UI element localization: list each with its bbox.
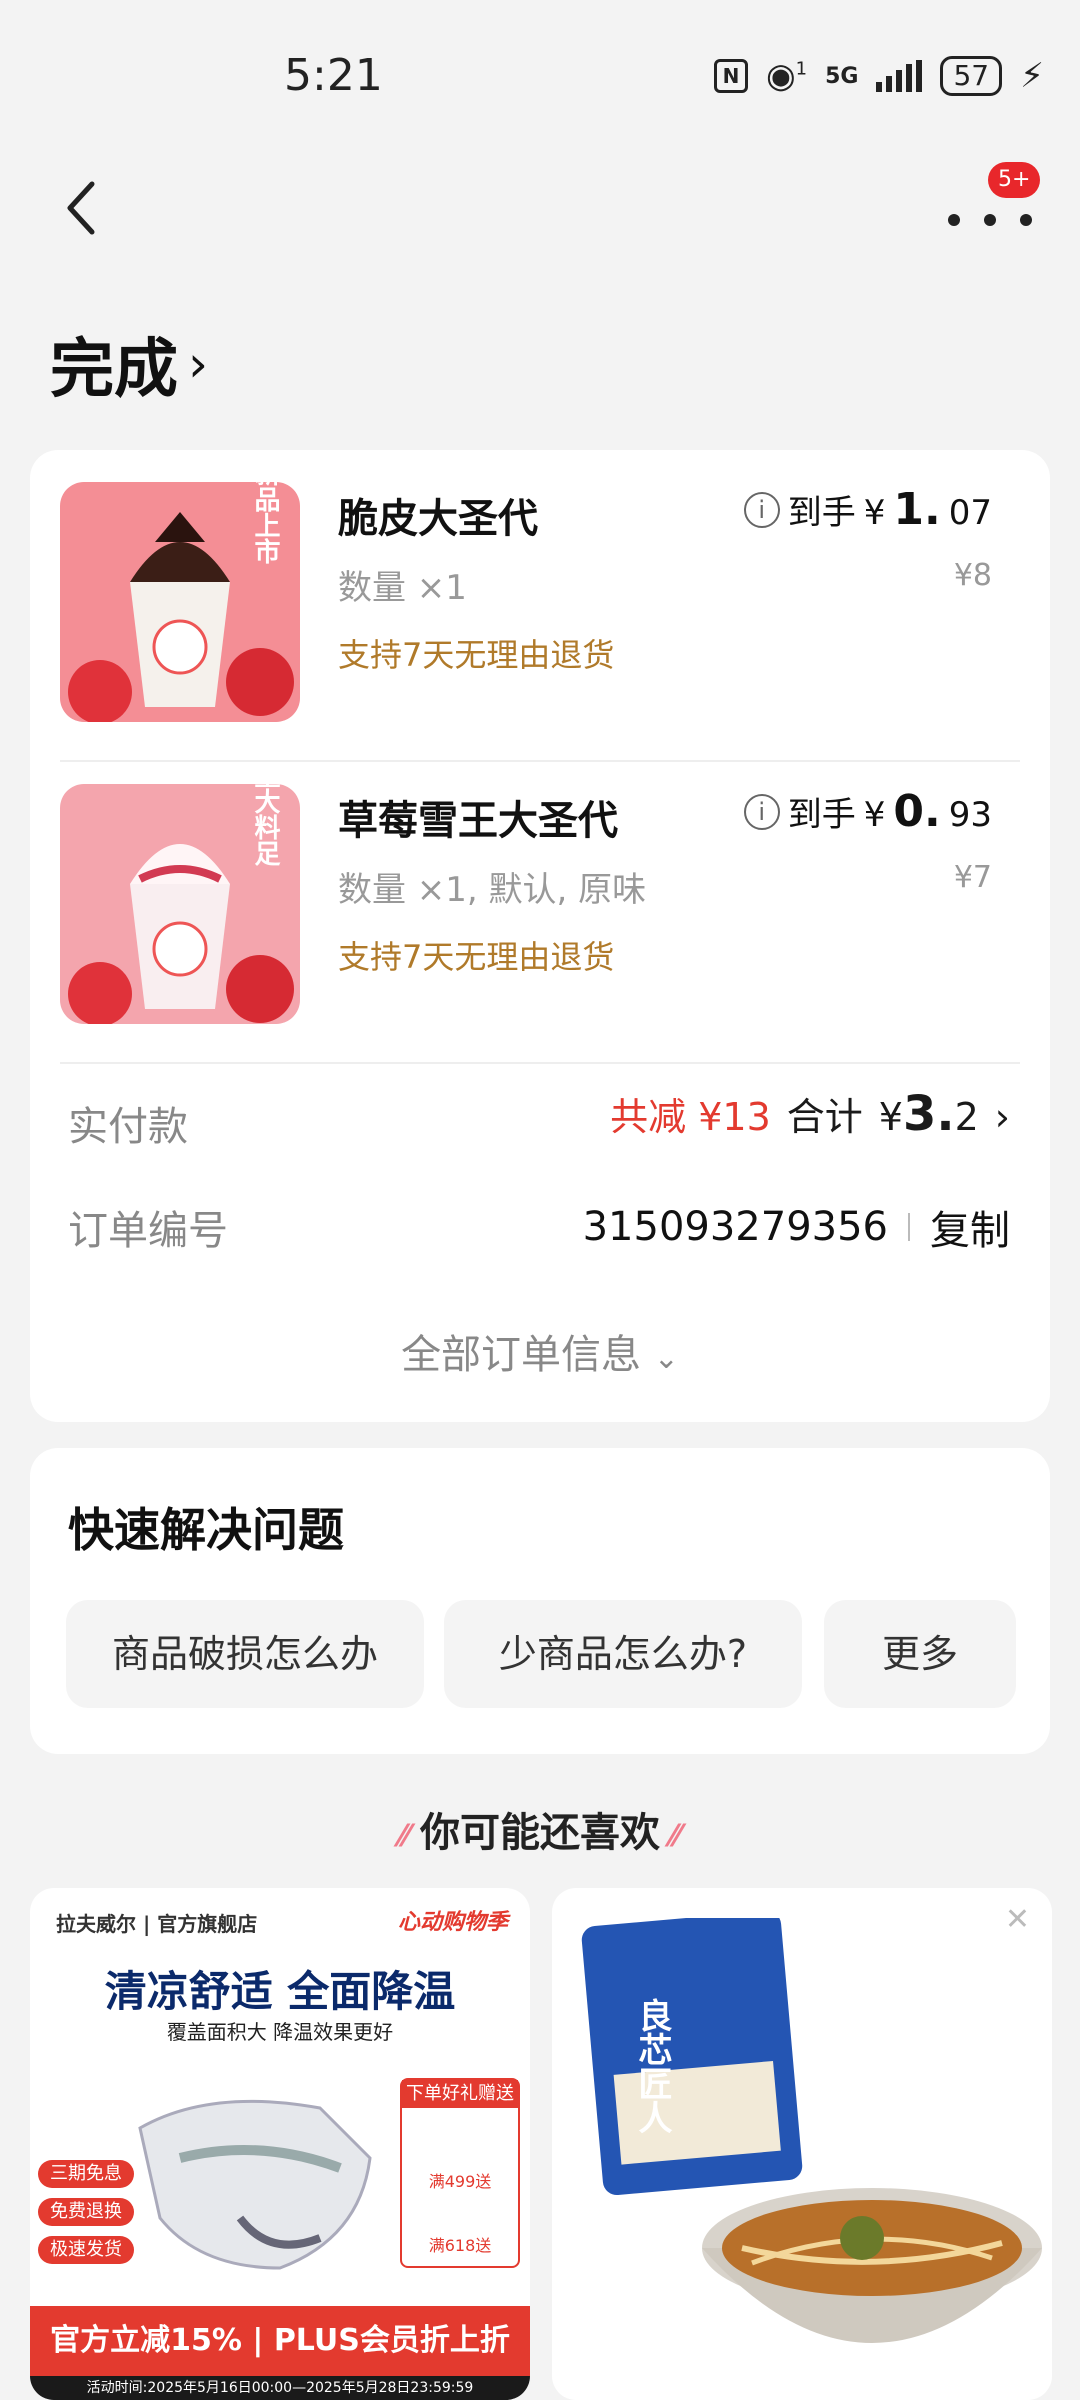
currency: ¥ xyxy=(878,1095,903,1139)
sundae-strawberry-image: 量大料足 xyxy=(60,784,300,1024)
ad-tag: 心动购物季 xyxy=(397,1910,508,1935)
ad-brand: 拉夫威尔 | 官方旗舰店 xyxy=(56,1912,258,1936)
noodle-product-image: 良芯匠人 xyxy=(581,1918,1042,2343)
product-quantity: 数量 ×1 xyxy=(338,568,467,608)
help-chip-damaged[interactable]: 商品破损怎么办 xyxy=(66,1600,424,1708)
final-price-label: 到手 xyxy=(787,493,856,533)
return-policy: 支持7天无理由退货 xyxy=(338,636,615,674)
status-time: 5:21 xyxy=(284,50,383,101)
order-number-row: 315093279356 复制 xyxy=(583,1198,1010,1256)
notification-badge: 5+ xyxy=(988,162,1041,198)
original-price: ¥7 xyxy=(953,860,992,895)
decoration-icon: ⁄⁄ xyxy=(399,1819,420,1854)
image-tag: 量大料足 xyxy=(250,784,280,867)
page-title: 完成 xyxy=(50,333,178,407)
gift-line: 满618送 xyxy=(428,2236,492,2255)
recommend-title: ⁄⁄ 你可能还喜欢 ⁄⁄ xyxy=(0,1800,1080,1858)
chevron-right-icon: › xyxy=(188,335,208,393)
sundae-chocolate-image: 新品上市 xyxy=(60,482,300,722)
total-label: 合计 xyxy=(786,1095,863,1139)
product-image: 新品上市 xyxy=(60,482,300,722)
currency: ¥ xyxy=(863,493,886,533)
info-icon[interactable]: i xyxy=(743,491,780,528)
recommend-ad-tile[interactable]: 拉夫威尔 | 官方旗舰店 心动购物季 清凉舒适 全面降温 覆盖面积大 降温效果更… xyxy=(30,1888,530,2400)
price-int: 1. xyxy=(893,484,941,535)
recommend-product-tile[interactable]: ✕ 良芯匠人 xyxy=(552,1888,1052,2400)
ad-pill: 三期免息 xyxy=(38,2160,134,2188)
product-name: 草莓雪王大圣代 xyxy=(338,798,618,844)
charging-icon: ⚡ xyxy=(1020,56,1044,96)
return-policy: 支持7天无理由退货 xyxy=(338,938,615,976)
discount-total: 共减 ¥13 xyxy=(610,1095,771,1139)
chevron-right-icon: › xyxy=(994,1095,1010,1139)
final-price: i 到手 ¥1. 07 xyxy=(743,484,992,535)
product-image: 量大料足 xyxy=(60,784,300,1024)
final-price-label: 到手 xyxy=(787,795,856,835)
network-label: 5G xyxy=(825,63,859,89)
back-button[interactable] xyxy=(62,178,102,238)
divider xyxy=(60,760,1020,762)
all-order-info-toggle[interactable]: 全部订单信息 ⌄ xyxy=(30,1322,1050,1380)
help-chip-missing[interactable]: 少商品怎么办? xyxy=(444,1600,802,1708)
quick-help-card: 快速解决问题 商品破损怎么办 少商品怎么办? 更多 xyxy=(30,1448,1050,1754)
hotspot-icon: ◉1 xyxy=(765,56,808,96)
order-card: 新品上市 脆皮大圣代 数量 ×1 支持7天无理由退货 i 到手 ¥1. 07 ¥8… xyxy=(30,450,1050,1422)
image-tag: 新品上市 xyxy=(250,482,280,564)
total-dec: 2 xyxy=(954,1095,979,1139)
ad-date: 活动时间:2025年5月16日00:00—2025年5月28日23:59:59 xyxy=(30,2376,530,2400)
product-quantity: 数量 ×1, 默认, 原味 xyxy=(338,870,647,910)
recommend-title-text: 你可能还喜欢 xyxy=(420,1810,660,1856)
final-price: i 到手 ¥0. 93 xyxy=(743,786,992,837)
currency: ¥ xyxy=(863,795,886,835)
price-dec: 07 xyxy=(948,493,992,533)
original-price: ¥8 xyxy=(953,558,992,593)
nfc-icon: N xyxy=(713,59,748,93)
pack-text: 良芯匠人 xyxy=(632,1997,672,2134)
status-bar: 5:21 N ◉1 5G 57 ⚡ xyxy=(0,0,1080,150)
pet-vest-image xyxy=(138,2099,372,2270)
divider xyxy=(60,1062,1020,1064)
ad-title: 清凉舒适 全面降温 xyxy=(104,1967,456,2016)
decoration-icon: ⁄⁄ xyxy=(660,1819,681,1854)
paid-label: 实付款 xyxy=(68,1104,188,1150)
chevron-down-icon: ⌄ xyxy=(653,1341,679,1376)
total-int: 3. xyxy=(902,1086,955,1142)
help-title: 快速解决问题 xyxy=(68,1503,344,1557)
separator xyxy=(908,1213,910,1241)
product-name: 脆皮大圣代 xyxy=(338,496,538,542)
more-button[interactable] xyxy=(940,200,1040,240)
battery-level: 57 xyxy=(953,59,990,92)
paid-amount[interactable]: 共减 ¥13 合计 ¥3.2 › xyxy=(610,1086,1010,1142)
gift-line: 满499送 xyxy=(428,2172,492,2191)
ad-pill: 免费退换 xyxy=(38,2198,134,2226)
info-icon[interactable]: i xyxy=(743,793,780,830)
price-int: 0. xyxy=(893,786,941,837)
order-status-title[interactable]: 完成 › xyxy=(50,318,208,410)
status-icons: N ◉1 5G 57 ⚡ xyxy=(713,56,1044,96)
ad-subtitle: 覆盖面积大 降温效果更好 xyxy=(166,2020,394,2044)
battery-icon: 57 xyxy=(940,56,1003,96)
help-chip-more[interactable]: 更多 xyxy=(824,1600,1016,1708)
order-number: 315093279356 xyxy=(582,1204,888,1250)
ad-banner: 官方立减15% | PLUS会员折上折 xyxy=(30,2306,530,2376)
signal-icon xyxy=(876,60,923,92)
all-order-info-label: 全部订单信息 xyxy=(401,1332,642,1378)
ad-pill: 极速发货 xyxy=(38,2236,134,2264)
ad-gift-box: 下单好礼赠送 满499送 满618送 xyxy=(400,2078,520,2268)
price-dec: 93 xyxy=(948,795,992,835)
order-number-label: 订单编号 xyxy=(68,1208,228,1254)
gift-title: 下单好礼赠送 xyxy=(402,2080,518,2108)
copy-button[interactable]: 复制 xyxy=(930,1198,1010,1256)
